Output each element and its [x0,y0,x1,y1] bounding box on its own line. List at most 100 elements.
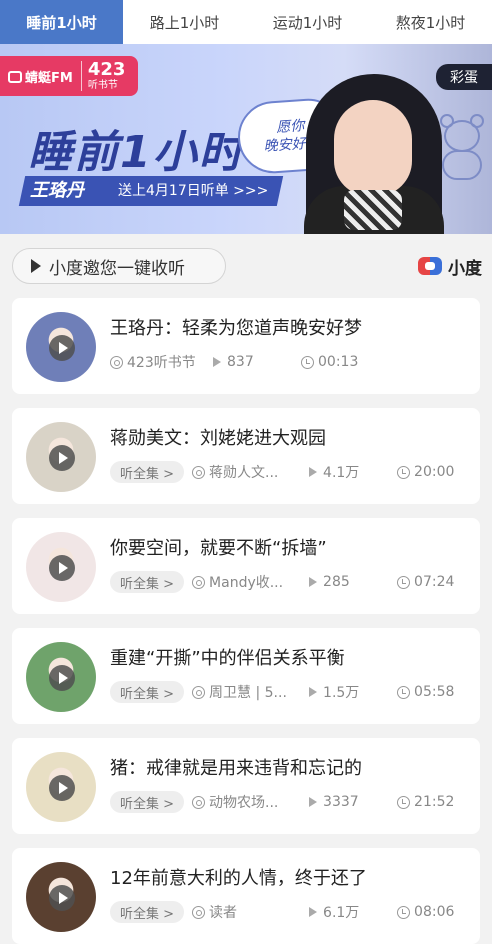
item-play-count: 3337 [323,794,359,810]
play-icon[interactable] [49,665,75,691]
plays-meta: 6.1万 [309,902,397,922]
festival-mark: 423 听书节 [80,59,126,91]
listen-all-button[interactable]: 听全集 > [110,901,185,923]
tab-late-night[interactable]: 熬夜1小时 [369,0,492,44]
clock-icon [397,575,411,589]
clock-icon [397,905,411,919]
item-title: 12年前意大利的人情，终于还了 [110,868,367,889]
xiaodu-brand: 小度 [418,252,482,280]
item-play-count: 1.5万 [323,685,360,701]
clock-icon [397,795,411,809]
plays-meta: 285 [309,574,397,590]
item-author: 423听书节 [127,355,196,371]
clock-icon [397,685,411,699]
qingting-fm-badge: 蜻蜓FM 423 听书节 [0,56,138,96]
listen-all-button[interactable]: 听全集 > [110,681,185,703]
item-duration: 20:00 [414,464,455,480]
item-play-count: 837 [227,354,254,370]
play-icon[interactable] [49,885,75,911]
list-item[interactable]: 你要空间，就要不断“拆墙” 听全集 > Mandy收... 285 07:24 [12,518,480,614]
duration-meta: 08:06 [397,904,454,920]
item-play-count: 4.1万 [323,465,360,481]
invite-row: 小度邀您一键收听 小度 [12,246,482,286]
tab-exercise[interactable]: 运动1小时 [246,0,369,44]
item-author: Mandy收... [209,575,284,591]
invite-label: 小度邀您一键收听 [49,258,185,279]
author-icon [110,355,123,369]
plays-meta: 3337 [309,794,397,810]
plays-meta: 837 [213,354,301,370]
play-count-icon [309,467,318,477]
item-meta: 423听书节 837 00:13 [110,350,358,374]
item-meta: 听全集 > 周卫慧 | 5... 1.5万 05:58 [110,680,454,704]
author-icon [192,575,206,589]
easter-egg-button[interactable]: 彩蛋 [436,64,492,90]
item-meta: 听全集 > Mandy收... 285 07:24 [110,570,454,594]
list-item[interactable]: 重建“开撕”中的伴侣关系平衡 听全集 > 周卫慧 | 5... 1.5万 05:… [12,628,480,724]
xiaodu-logo-icon [418,257,442,275]
banner-subtitle: 送上4月17日听单 >>> [118,183,269,199]
item-title: 重建“开撕”中的伴侣关系平衡 [110,648,345,669]
tab-commute[interactable]: 路上1小时 [123,0,246,44]
duration-meta: 20:00 [397,464,454,480]
item-play-count: 285 [323,574,350,590]
play-count-icon [213,357,221,367]
item-title: 猪：戒律就是用来违背和忘记的 [110,758,362,779]
listen-all-button[interactable]: 听全集 > [110,791,185,813]
author-meta: 蒋勋人文... [192,462,309,482]
item-author: 动物农场... [209,795,279,811]
play-icon [31,259,41,273]
banner-host-name: 王珞丹 [30,180,84,201]
listen-all-button[interactable]: 听全集 > [110,461,185,483]
item-author: 读者 [209,905,238,921]
play-count-icon [309,687,318,697]
festival-number: 423 [87,59,126,80]
item-meta: 听全集 > 读者 6.1万 08:06 [110,900,454,924]
author-icon [192,685,206,699]
author-meta: 动物农场... [192,792,309,812]
play-count-icon [309,907,318,917]
list-item[interactable]: 猪：戒律就是用来违背和忘记的 听全集 > 动物农场... 3337 21:52 [12,738,480,834]
author-icon [192,905,206,919]
play-count-icon [309,797,318,807]
one-tap-listen-button[interactable]: 小度邀您一键收听 [12,248,226,284]
duration-meta: 05:58 [397,684,454,700]
clock-icon [397,465,411,479]
author-meta: 周卫慧 | 5... [192,682,309,702]
plays-meta: 1.5万 [309,682,397,702]
plays-meta: 4.1万 [309,462,397,482]
play-icon[interactable] [49,445,75,471]
play-count-icon [309,577,318,587]
listen-all-button[interactable]: 听全集 > [110,571,185,593]
fm-logo-icon [8,70,22,83]
item-duration: 07:24 [414,574,455,590]
author-icon [192,465,206,479]
list-item[interactable]: 12年前意大利的人情，终于还了 听全集 > 读者 6.1万 08:06 [12,848,480,944]
banner-title: 睡前1小时 [28,127,245,178]
item-author: 蒋勋人文... [209,465,279,481]
clock-icon [301,355,314,369]
item-author: 周卫慧 | 5... [209,685,287,701]
play-icon[interactable] [49,775,75,801]
item-title: 王珞丹：轻柔为您道声晚安好梦 [110,318,362,339]
list-item[interactable]: 蒋勋美文：刘姥姥进大观园 听全集 > 蒋勋人文... 4.1万 20:00 [12,408,480,504]
festival-label: 听书节 [87,80,118,91]
author-meta: Mandy收... [192,572,309,592]
duration-meta: 00:13 [301,354,358,370]
play-icon[interactable] [49,555,75,581]
teddy-bear-icon [436,114,488,180]
fm-logo: 蜻蜓FM [8,67,73,86]
tab-bedtime[interactable]: 睡前1小时 [0,0,123,44]
promo-banner[interactable]: 蜻蜓FM 423 听书节 睡前1小时 王珞丹 送上4月17日听单 >>> 愿你 … [0,44,492,234]
play-icon[interactable] [49,335,75,361]
tab-bar: 睡前1小时 路上1小时 运动1小时 熬夜1小时 [0,0,492,44]
xiaodu-brand-text: 小度 [448,258,482,279]
author-meta: 423听书节 [110,352,213,372]
item-title: 蒋勋美文：刘姥姥进大观园 [110,428,326,449]
list-item[interactable]: 王珞丹：轻柔为您道声晚安好梦 423听书节 837 00:13 [12,298,480,394]
item-duration: 00:13 [318,354,359,370]
author-meta: 读者 [192,902,309,922]
item-play-count: 6.1万 [323,905,360,921]
item-title: 你要空间，就要不断“拆墙” [110,538,327,559]
author-icon [192,795,206,809]
